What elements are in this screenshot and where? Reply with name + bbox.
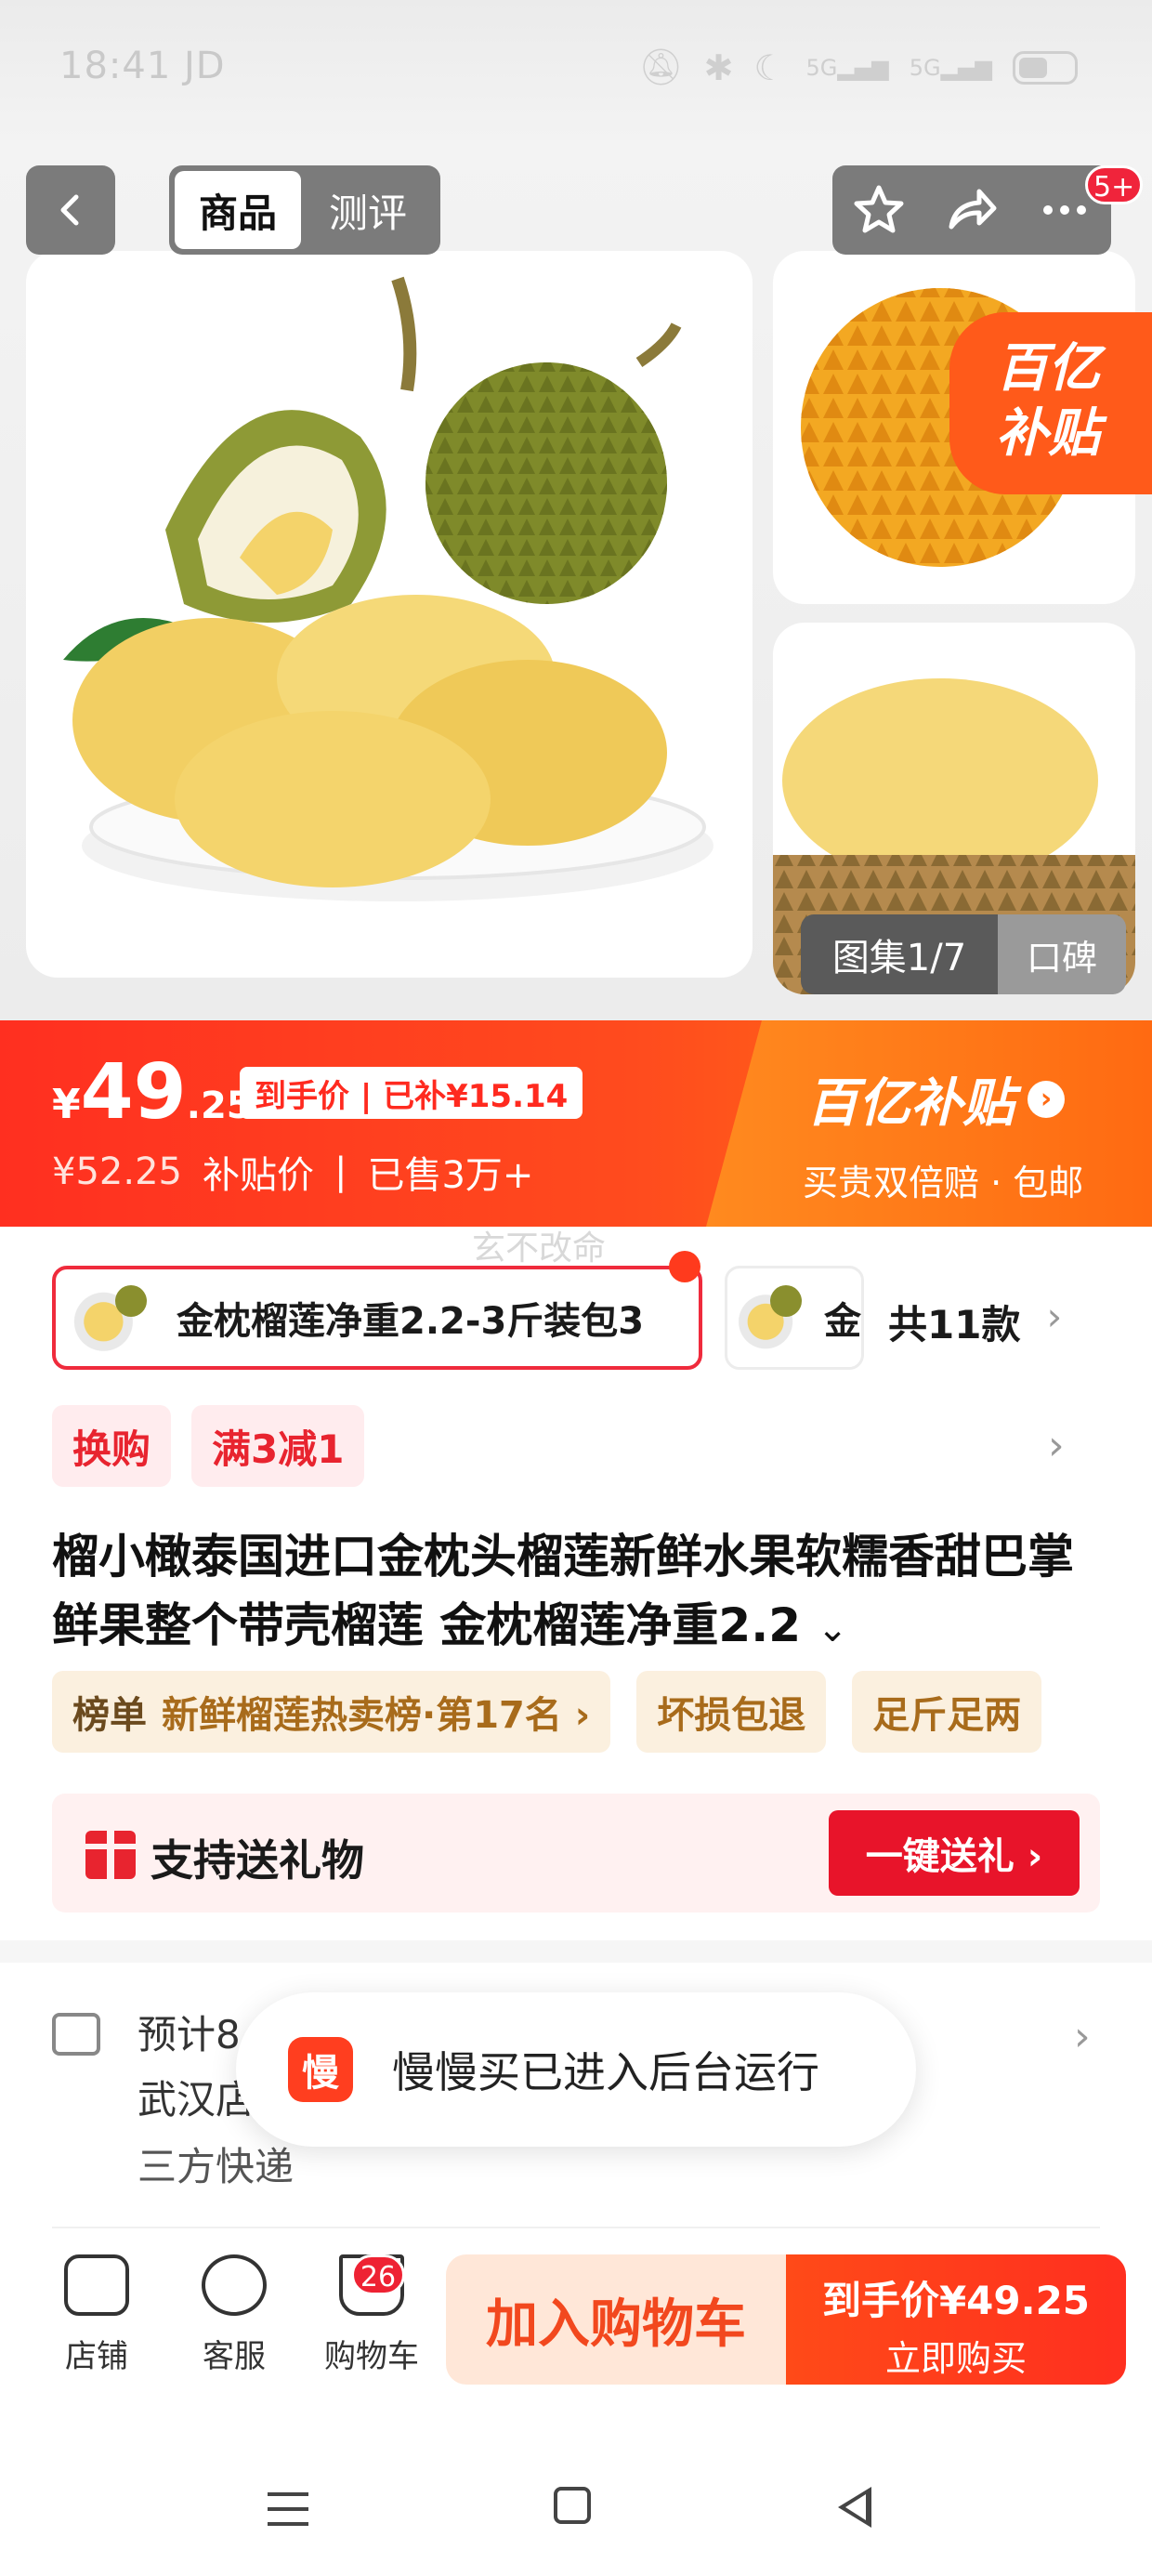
price-secondary: ¥52.25 补贴价 | 已售3万+ (52, 1145, 533, 1199)
chevron-right-icon: › (1028, 1080, 1065, 1118)
guarantee-badge-damage[interactable]: 坏损包退 (636, 1671, 827, 1753)
shipping-carrier: 三方快递 (137, 2144, 295, 2189)
current-price: ¥49.25 (52, 1048, 253, 1137)
album-counter[interactable]: 图集1/7 口碑 (801, 914, 1126, 994)
chevron-right-icon[interactable]: › (1048, 1422, 1065, 1469)
promo-tags: 换购 满3减1 (52, 1405, 365, 1487)
star-icon[interactable] (851, 182, 907, 238)
buy-price: 到手价¥49.25 (821, 2278, 1091, 2323)
background-toast: 慢 慢慢买已进入后台运行 (236, 1992, 916, 2147)
expand-icon[interactable]: ⌄ (817, 1608, 848, 1650)
buy-now-button[interactable]: 到手价¥49.25 立即购买 (786, 2254, 1126, 2385)
store-button[interactable]: 店铺 (28, 2254, 165, 2376)
chevron-right-icon[interactable]: › (1074, 2013, 1091, 2060)
service-icon (202, 2254, 267, 2316)
service-button[interactable]: 客服 (165, 2254, 303, 2376)
right-controls (832, 165, 1111, 255)
chevron-left-icon (60, 194, 79, 226)
more-icon[interactable] (1037, 182, 1093, 238)
variant-count[interactable]: 共11款 › (888, 1294, 1062, 1350)
bluetooth-icon: ✱ (703, 46, 734, 88)
reputation-tab[interactable]: 口碑 (998, 914, 1126, 994)
variant-label: 金 (824, 1300, 861, 1343)
product-gallery (0, 139, 1152, 1022)
moon-icon: ☾ (753, 46, 786, 88)
buy-now-label: 立即购买 (884, 2338, 1027, 2379)
tab-goods[interactable]: 商品 (175, 171, 301, 249)
app-icon: 慢 (288, 2037, 353, 2102)
price-banner: ¥49.25 到手价 | 已补¥15.14 ¥52.25 补贴价 | 已售3万+… (0, 1020, 1152, 1227)
back-icon[interactable] (838, 2487, 871, 2528)
mute-icon: 🔕︎ (638, 46, 684, 87)
system-navigation (0, 2435, 1152, 2576)
variant-option[interactable]: 金 (725, 1266, 864, 1370)
back-button[interactable] (26, 165, 115, 255)
truck-icon (52, 2013, 100, 2056)
main-product-image[interactable] (26, 251, 753, 978)
gift-icon (85, 1831, 136, 1879)
cart-count-badge: 26 (351, 2254, 405, 2295)
signal-icon: 5G▂▄▆ (805, 54, 889, 81)
promo-tag-discount[interactable]: 满3减1 (191, 1405, 365, 1487)
ranking-badge[interactable]: 榜单 新鲜榴莲热卖榜·第17名 › (52, 1671, 611, 1753)
share-icon[interactable] (944, 182, 1000, 238)
arrive-price-pill: 到手价 | 已补¥15.14 (240, 1067, 583, 1119)
original-price: ¥52.25 (52, 1150, 182, 1193)
send-gift-button[interactable]: 一键送礼 › (829, 1810, 1080, 1896)
subsidy-brand-sub: 买贵双倍赔 · 包邮 (803, 1163, 1084, 1203)
toast-message: 慢慢买已进入后台运行 (392, 2047, 819, 2097)
subsidy-corner-tag: 百亿 补贴 (949, 312, 1152, 494)
status-bar: 18:41 JD 🔕︎ ✱ ☾ 5G▂▄▆ 5G▂▄▆ (0, 0, 1152, 139)
gift-label: 支持送礼物 (151, 1835, 364, 1886)
variant-thumbnail (65, 1278, 151, 1358)
status-icons: 🔕︎ ✱ ☾ 5G▂▄▆ 5G▂▄▆ (638, 46, 1078, 88)
subsidy-brand[interactable]: 百亿补贴 › (806, 1061, 1065, 1137)
store-icon (64, 2254, 129, 2316)
ranking-row: 榜单 新鲜榴莲热卖榜·第17名 › 坏损包退 足斤足两 (52, 1671, 1042, 1753)
section-divider (0, 1940, 1152, 1963)
variant-selected[interactable]: 金枕榴莲净重2.2-3斤装包3 (52, 1266, 702, 1370)
ranking-value: 新鲜榴莲热卖榜·第17名 › (162, 1694, 591, 1737)
product-title: 榴小橄泰国进口金枕头榴莲新鲜水果软糯香甜巴掌鲜果整个带壳榴莲 金枕榴莲净重2.2… (52, 1530, 1074, 1652)
add-to-cart-button[interactable]: 加入购物车 (446, 2254, 786, 2385)
album-index[interactable]: 图集1/7 (801, 914, 998, 994)
notification-badge: 5+ (1085, 165, 1144, 204)
gift-section: 支持送礼物 一键送礼 › (52, 1794, 1100, 1912)
hot-flame-icon (669, 1251, 700, 1282)
segment-tabs: 商品 测评 (169, 165, 440, 255)
top-navigation: 商品 测评 5+ (0, 165, 1152, 255)
home-icon[interactable] (554, 2487, 591, 2524)
battery-icon (1013, 50, 1078, 85)
guarantee-badge-weight[interactable]: 足斤足两 (852, 1671, 1042, 1753)
ranking-key: 榜单 (72, 1694, 147, 1737)
shipping-eta: 预计8 (137, 2012, 241, 2057)
sold-count: 已售3万+ (367, 1154, 534, 1197)
menu-icon[interactable] (268, 2492, 308, 2526)
variant-thumbnail (733, 1278, 805, 1358)
durian-illustration (63, 276, 713, 901)
signal-icon-2: 5G▂▄▆ (909, 54, 992, 81)
divider (52, 2227, 1100, 2228)
status-time: 18:41 JD (59, 45, 226, 87)
chevron-right-icon: › (1046, 1294, 1063, 1339)
subsidy-price-label: 补贴价 (202, 1154, 314, 1197)
promo-tag-exchange[interactable]: 换购 (52, 1405, 172, 1487)
variant-label: 金枕榴莲净重2.2-3斤装包3 (177, 1300, 645, 1343)
tab-review[interactable]: 测评 (301, 171, 435, 249)
watermark-text: 玄不改命 (472, 1229, 607, 1268)
